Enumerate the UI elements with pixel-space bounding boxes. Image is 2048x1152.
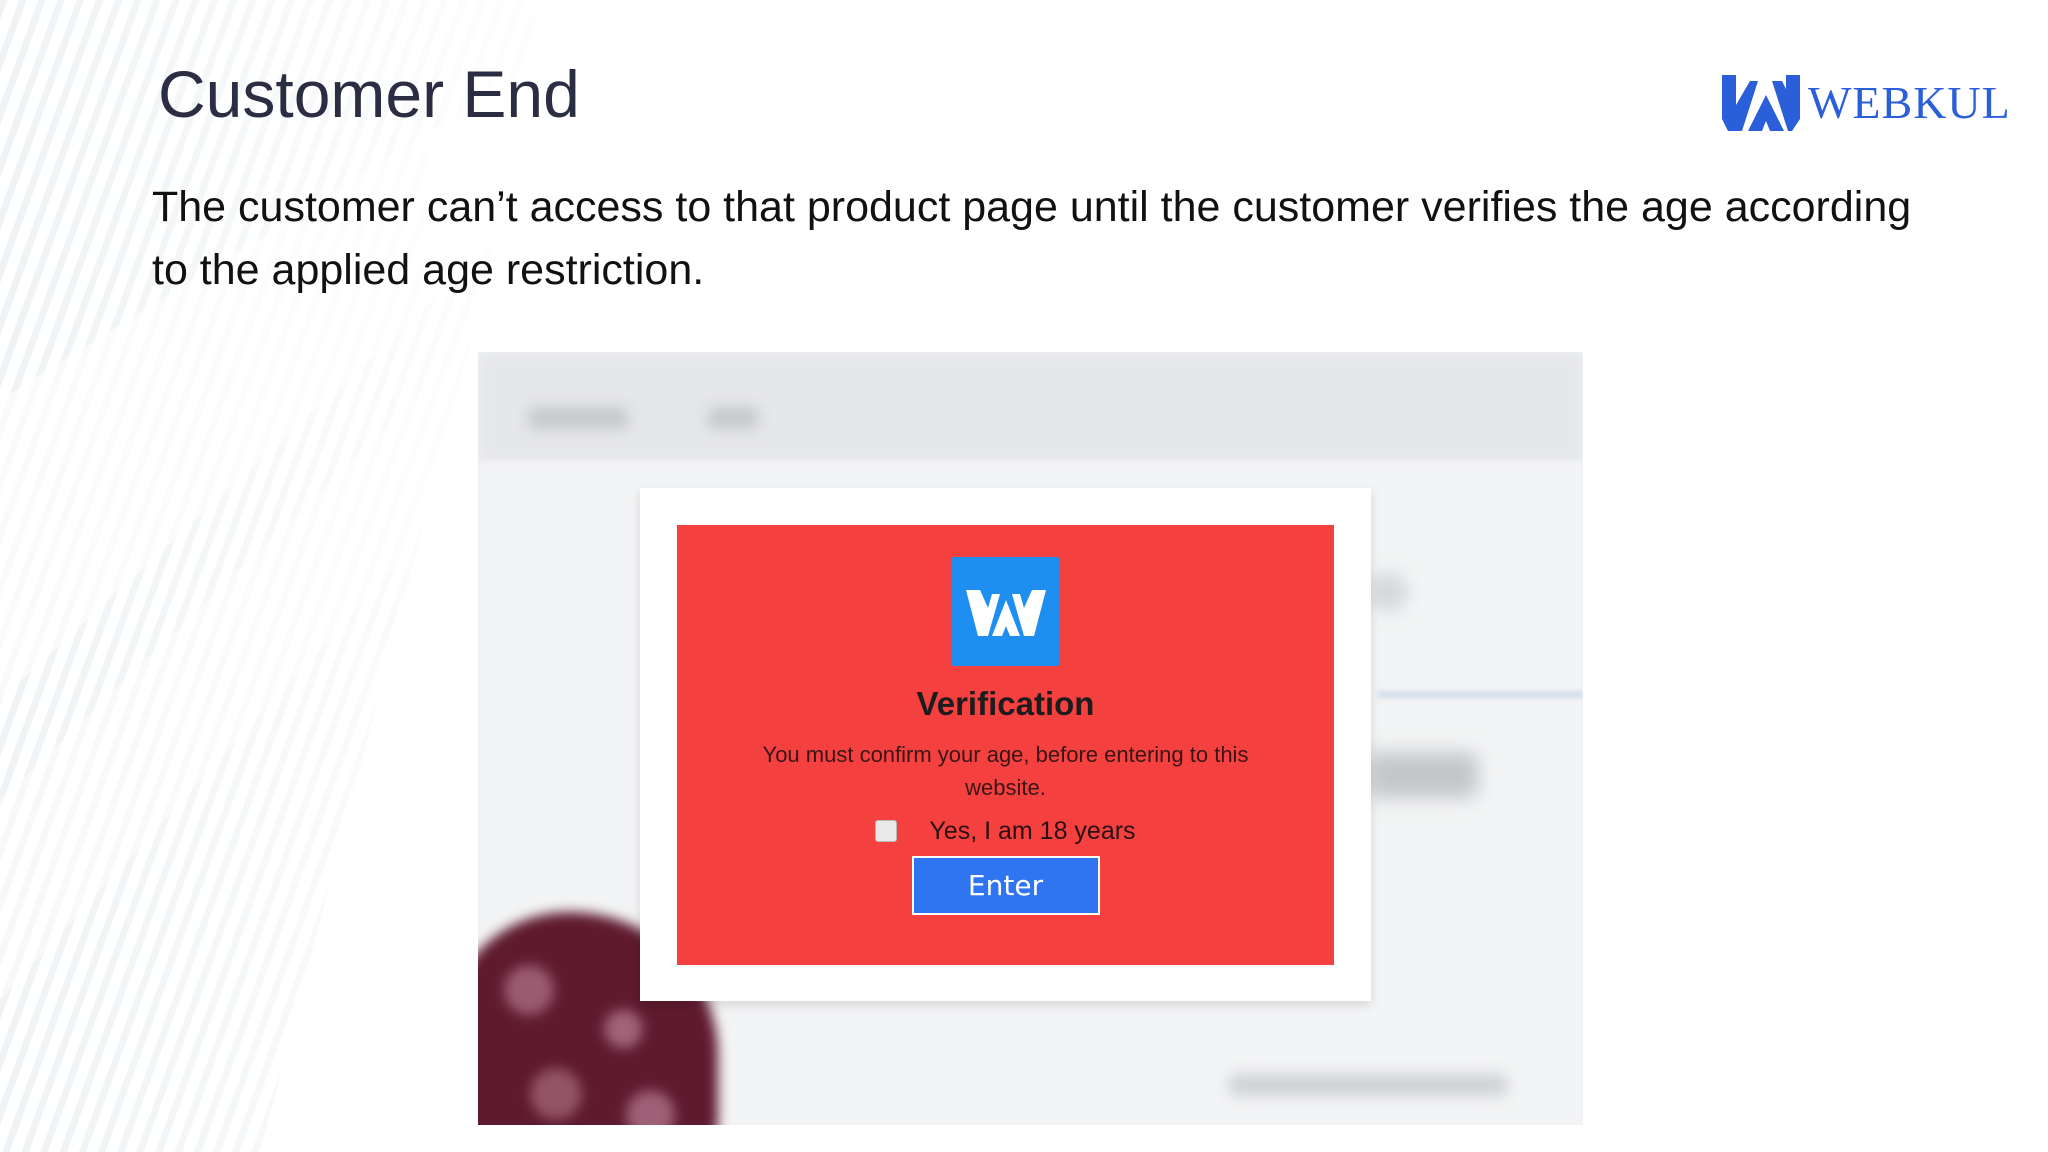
presentation-slide: Customer End WEBKUL The customer can’t a… [0,0,2048,1152]
slide-title: Customer End [158,57,580,131]
blurred-nav-item [708,407,758,429]
blurred-price [1368,752,1478,798]
verification-title: Verification [916,685,1095,722]
slide-description: The customer can’t access to that produc… [152,183,1912,294]
verification-message: You must confirm your age, before enteri… [762,742,1249,800]
blurred-page-element [1228,1074,1508,1096]
webkul-logo: WEBKUL [1722,72,2011,134]
storefront-screenshot: Verification You must confirm your age, … [478,352,1583,1125]
blurred-nav-item [528,407,628,429]
enter-button[interactable]: Enter [911,856,1100,915]
blurred-page-header [478,352,1583,462]
age-confirm-row: Yes, I am 18 years [875,816,1136,846]
blurred-page-element [1378,692,1583,697]
popup-logo [951,557,1060,666]
logo-text: WEBKUL [1808,77,2011,128]
blurred-page-element [1368,572,1408,612]
verification-panel: Verification You must confirm your age, … [677,525,1334,965]
age-confirm-label[interactable]: Yes, I am 18 years [929,816,1135,846]
webkul-logo-icon [1722,75,1800,131]
webkul-logo-icon [965,589,1046,636]
age-verification-modal: Verification You must confirm your age, … [640,488,1371,1001]
age-confirm-checkbox[interactable] [875,820,898,842]
